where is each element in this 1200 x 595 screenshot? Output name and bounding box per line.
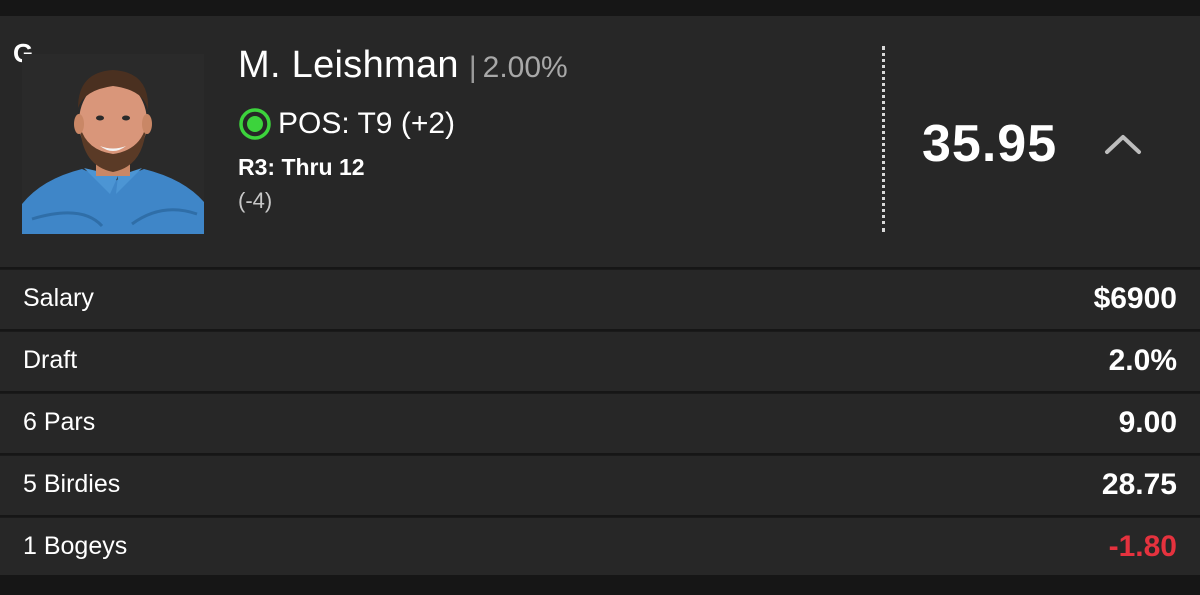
- stat-value: $6900: [1093, 282, 1177, 315]
- round-status: R3: Thru 12: [238, 154, 365, 180]
- scoring-breakdown: Salary $6900 Draft 2.0% 6 Pars 9.00 5 Bi…: [0, 267, 1200, 577]
- stat-value: -1.80: [1108, 530, 1177, 563]
- player-name[interactable]: M. Leishman: [238, 44, 459, 86]
- stat-value: 9.00: [1118, 406, 1177, 439]
- player-name-row: M. Leishman | 2.00%: [238, 44, 568, 87]
- tournament-position: POS: T9 (+2): [278, 107, 456, 140]
- stat-label: Salary: [23, 284, 94, 312]
- player-card[interactable]: G M. Leishman | 2.00% POS: T9 (+2) R3: T…: [0, 16, 1200, 267]
- stat-row-pars: 6 Pars 9.00: [0, 393, 1200, 453]
- total-fantasy-points: 35.95: [922, 115, 1058, 173]
- chevron-up-icon: [1105, 135, 1141, 154]
- stat-label: 6 Pars: [23, 408, 96, 436]
- stat-value: 28.75: [1101, 468, 1177, 501]
- bottom-strip: [0, 575, 1200, 595]
- stat-label: 1 Bogeys: [23, 532, 128, 560]
- stat-row-salary: Salary $6900: [0, 269, 1200, 329]
- ownership-percent: 2.00%: [482, 51, 568, 84]
- stat-row-birdies: 5 Birdies 28.75: [0, 455, 1200, 515]
- stat-label: 5 Birdies: [23, 470, 121, 498]
- stat-row-bogeys: 1 Bogeys -1.80: [0, 517, 1200, 577]
- collapse-button[interactable]: [1100, 126, 1146, 162]
- tournament-position-row: POS: T9 (+2): [238, 107, 455, 141]
- name-separator: |: [468, 51, 477, 84]
- stat-row-draft: Draft 2.0%: [0, 331, 1200, 391]
- top-strip: [0, 0, 1200, 16]
- stat-label: Draft: [23, 346, 78, 374]
- round-score: (-4): [238, 188, 273, 213]
- player-headshot: [22, 54, 204, 234]
- live-status-icon: [239, 108, 271, 140]
- vertical-divider: [882, 46, 885, 232]
- stat-value: 2.0%: [1108, 344, 1177, 377]
